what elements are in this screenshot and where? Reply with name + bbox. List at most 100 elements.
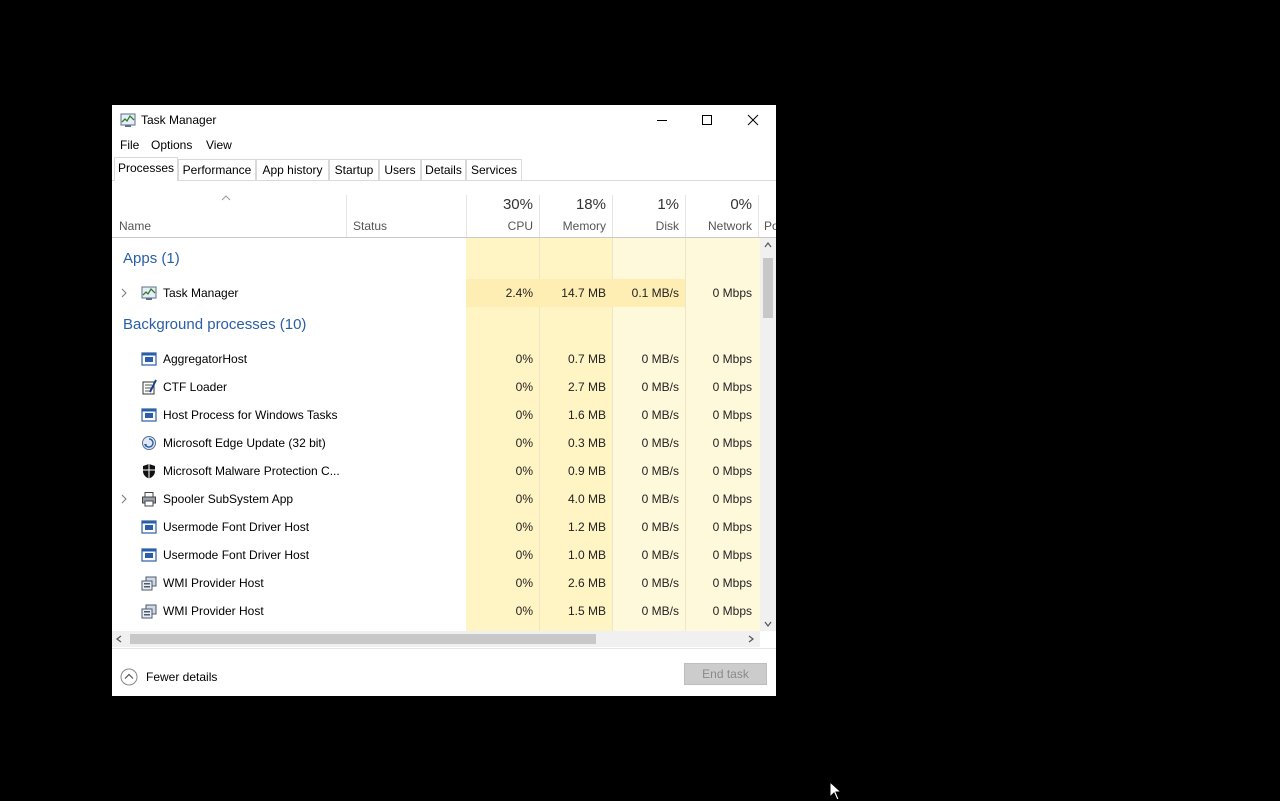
column-memory[interactable]: 18% Memory xyxy=(540,181,612,237)
title-bar[interactable]: Task Manager xyxy=(112,105,776,135)
tab-startup[interactable]: Startup xyxy=(329,159,379,180)
memory-value: 1.6 MB xyxy=(567,408,606,422)
shield-icon xyxy=(143,464,155,479)
process-row[interactable]: WMI Provider Host 0% 2.6 MB 0 MB/s 0 Mbps xyxy=(112,569,760,597)
group-background[interactable]: Background processes (10) xyxy=(123,316,306,333)
network-value: 0 Mbps xyxy=(712,286,752,300)
process-row[interactable]: Microsoft Edge Update (32 bit) 0% 0.3 MB 0 … xyxy=(112,429,760,457)
column-name[interactable]: Name xyxy=(112,181,346,237)
network-value: 0 Mbps xyxy=(712,520,752,534)
process-name: WMI Provider Host xyxy=(163,576,264,590)
wmi-icon xyxy=(141,604,157,619)
close-button[interactable] xyxy=(730,105,776,135)
process-row-task-manager[interactable]: Task Manager 2.4% 14.7 MB 0.1 MB/s 0 Mbp… xyxy=(112,279,760,307)
process-name: CTF Loader xyxy=(163,380,228,394)
network-value: 0 Mbps xyxy=(712,604,752,618)
process-name: Host Process for Windows Tasks xyxy=(163,408,338,422)
process-name: Task Manager xyxy=(163,286,239,300)
network-value: 0 Mbps xyxy=(712,436,752,450)
tab-details[interactable]: Details xyxy=(421,159,466,180)
network-value: 0 Mbps xyxy=(712,464,752,478)
disk-value: 0 MB/s xyxy=(641,548,679,562)
maximize-button[interactable] xyxy=(684,105,730,135)
cpu-total: 30% xyxy=(502,196,533,213)
process-name: WMI Provider Host xyxy=(163,604,264,618)
process-row[interactable]: Spooler SubSystem App 0% 4.0 MB 0 MB/s 0 Mbp… xyxy=(112,485,760,513)
scroll-right-icon[interactable] xyxy=(748,635,754,643)
chevron-right-icon[interactable] xyxy=(119,493,129,505)
cpu-value: 2.4% xyxy=(505,286,533,300)
scroll-down-icon[interactable] xyxy=(764,621,772,627)
fewer-details-label: Fewer details xyxy=(146,670,218,684)
tab-performance[interactable]: Performance xyxy=(178,159,256,180)
tab-strip: Processes Performance App history Startu… xyxy=(112,157,776,181)
process-row[interactable]: Usermode Font Driver Host 0% 1.0 MB 0 MB/s 0… xyxy=(112,541,760,569)
scroll-left-icon[interactable] xyxy=(116,635,122,643)
process-row[interactable]: Host Process for Windows Tasks 0% 1.6 MB 0 … xyxy=(112,401,760,429)
chevron-right-icon[interactable] xyxy=(119,287,129,299)
disk-value: 0 MB/s xyxy=(641,576,679,590)
disk-value: 0 MB/s xyxy=(641,604,679,618)
column-header: Name Status 30% CPU 18% Memory 1% Disk 0… xyxy=(112,181,776,238)
minimize-icon xyxy=(657,120,667,121)
network-value: 0 Mbps xyxy=(712,576,752,590)
memory-value: 1.5 MB xyxy=(567,604,606,618)
disk-value: 0 MB/s xyxy=(641,464,679,478)
network-value: 0 Mbps xyxy=(712,548,752,562)
disk-value: 0 MB/s xyxy=(641,520,679,534)
task-manager-icon xyxy=(120,113,136,127)
maximize-icon xyxy=(702,115,712,125)
scroll-up-icon[interactable] xyxy=(764,242,772,248)
process-row[interactable]: AggregatorHost 0% 0.7 MB 0 MB/s 0 Mbps xyxy=(112,345,760,373)
network-value: 0 Mbps xyxy=(712,408,752,422)
column-power[interactable]: Po xyxy=(759,181,776,237)
printer-icon xyxy=(142,492,156,507)
group-apps[interactable]: Apps (1) xyxy=(123,250,180,267)
process-row[interactable]: CTF Loader 0% 2.7 MB 0 MB/s 0 Mbps xyxy=(112,373,760,401)
wmi-icon xyxy=(141,576,157,591)
process-row[interactable]: Microsoft Malware Protection C... 0% 0.9 M… xyxy=(112,457,760,485)
horizontal-scrollbar[interactable] xyxy=(112,631,760,647)
tab-services[interactable]: Services xyxy=(466,159,522,180)
tab-users[interactable]: Users xyxy=(379,159,421,180)
disk-value: 0 MB/s xyxy=(641,352,679,366)
column-cpu[interactable]: 30% CPU xyxy=(467,181,539,237)
memory-total: 18% xyxy=(575,196,606,213)
column-network[interactable]: 0% Network xyxy=(686,181,758,237)
end-task-button[interactable]: End task xyxy=(684,663,767,685)
process-name: Microsoft Edge Update (32 bit) xyxy=(163,436,326,450)
memory-value: 1.2 MB xyxy=(567,520,606,534)
network-value: 0 Mbps xyxy=(712,380,752,394)
cpu-value: 0% xyxy=(515,520,533,534)
mouse-cursor-icon xyxy=(829,781,843,801)
memory-value: 0.7 MB xyxy=(567,352,606,366)
disk-value: 0 MB/s xyxy=(641,492,679,506)
disk-value: 0 MB/s xyxy=(641,436,679,450)
vertical-scrollbar[interactable] xyxy=(760,238,776,631)
close-icon xyxy=(747,114,759,126)
menu-file[interactable]: File xyxy=(120,138,139,152)
menu-options[interactable]: Options xyxy=(151,138,192,152)
memory-value: 1.0 MB xyxy=(567,548,606,562)
horizontal-scroll-thumb[interactable] xyxy=(130,634,596,644)
network-value: 0 Mbps xyxy=(712,352,752,366)
tab-app-history[interactable]: App history xyxy=(256,159,329,180)
column-status[interactable]: Status xyxy=(347,181,466,237)
process-row[interactable]: Usermode Font Driver Host 0% 1.2 MB 0 MB/s 0… xyxy=(112,513,760,541)
disk-value: 0 MB/s xyxy=(641,408,679,422)
process-row[interactable]: WMI Provider Host 0% 1.5 MB 0 MB/s 0 Mbps xyxy=(112,597,760,625)
vertical-scroll-thumb[interactable] xyxy=(763,258,773,318)
tab-processes[interactable]: Processes xyxy=(114,157,178,181)
cpu-value: 0% xyxy=(515,576,533,590)
menu-view[interactable]: View xyxy=(206,138,232,152)
memory-value: 0.9 MB xyxy=(567,464,606,478)
window-icon xyxy=(141,352,157,366)
column-disk[interactable]: 1% Disk xyxy=(613,181,685,237)
window-icon xyxy=(141,548,157,562)
process-name: Spooler SubSystem App xyxy=(163,492,294,506)
ctf-loader-icon xyxy=(142,379,157,395)
minimize-button[interactable] xyxy=(639,105,685,135)
cpu-value: 0% xyxy=(515,352,533,366)
cpu-value: 0% xyxy=(515,464,533,478)
edge-update-icon xyxy=(142,436,156,450)
